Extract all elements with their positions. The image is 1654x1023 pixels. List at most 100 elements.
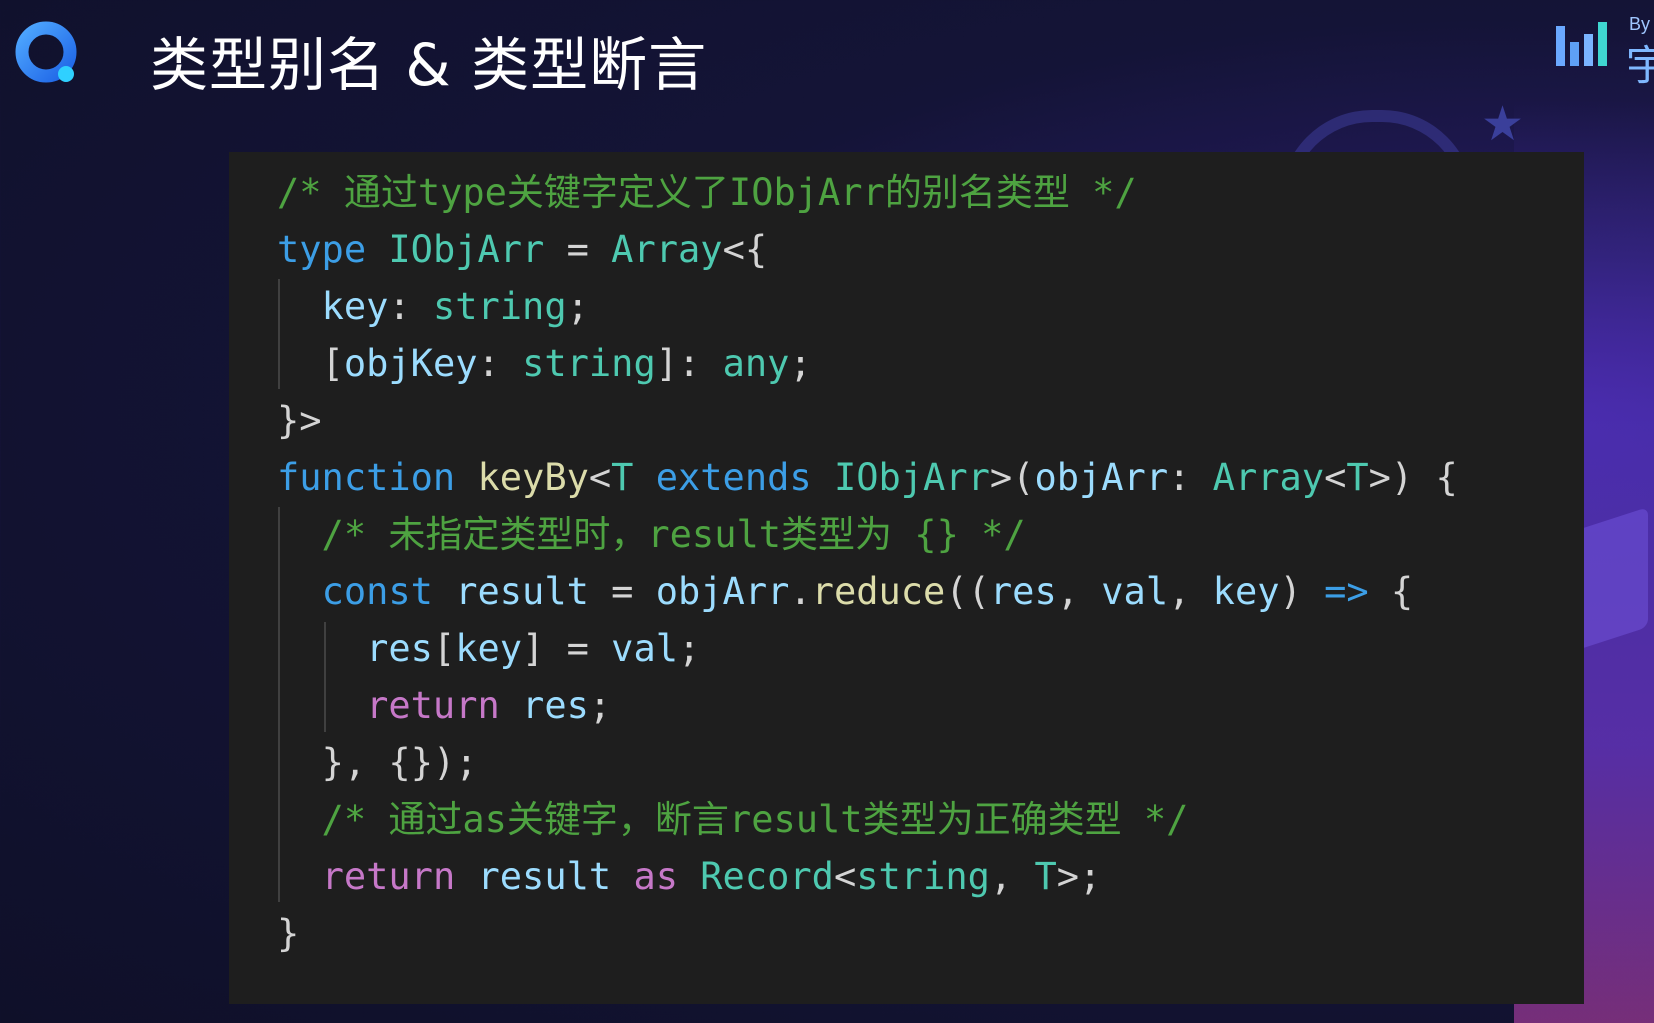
code-token: return <box>366 684 500 727</box>
code-punctuation: [ <box>321 342 344 385</box>
code-line: /* 通过type关键字定义了IObjArr的别名类型 */ <box>277 164 1458 221</box>
code-punctuation: { <box>1435 456 1458 499</box>
code-punctuation: ; <box>1079 855 1102 898</box>
code-punctuation: { <box>1390 570 1414 613</box>
code-line: return res; <box>277 677 1458 734</box>
code-punctuation: ( <box>1012 456 1035 499</box>
code-comment: /* 通过as关键字，断言result类型为正确类型 */ <box>277 798 1189 841</box>
code-punctuation: { <box>744 228 768 271</box>
code-punctuation: , <box>343 741 367 784</box>
code-operator: => <box>1324 570 1369 613</box>
code-token: IObjArr <box>833 456 990 499</box>
code-punctuation: > <box>989 456 1013 499</box>
code-punctuation: ( <box>945 570 968 613</box>
brand-logo: By 宇 <box>1554 6 1654 90</box>
code-token: reduce <box>811 570 946 613</box>
code-token: Record <box>700 855 834 898</box>
code-token: return <box>321 855 456 898</box>
code-token: objArr <box>655 570 790 613</box>
code-punctuation: ; <box>588 684 612 727</box>
code-block: /* 通过type关键字定义了IObjArr的别名类型 */ type IObj… <box>277 164 1458 962</box>
code-punctuation: > <box>299 399 322 442</box>
brand-character: 宇 <box>1625 41 1654 90</box>
bar-chart-brand-icon <box>1556 22 1607 66</box>
code-line: return result as Record<string, T>; <box>277 848 1458 905</box>
code-punctuation: , <box>989 855 1013 898</box>
code-token: type <box>277 228 367 271</box>
code-token: as <box>633 855 678 898</box>
code-punctuation: = <box>611 570 634 613</box>
app-logo-icon <box>14 20 82 88</box>
code-punctuation: ( <box>967 570 990 613</box>
code-token: objKey <box>343 342 478 385</box>
code-token: key <box>1212 570 1280 613</box>
code-punctuation: = <box>566 627 589 670</box>
code-punctuation: ; <box>455 741 478 784</box>
code-token: T <box>1034 855 1057 898</box>
code-punctuation: , <box>1056 570 1079 613</box>
code-token: Array <box>1212 456 1325 499</box>
code-punctuation: < <box>833 855 857 898</box>
code-token: extends <box>655 456 812 499</box>
code-punctuation: { <box>388 741 411 784</box>
code-punctuation: ) <box>1390 456 1414 499</box>
code-token: val <box>1101 570 1169 613</box>
code-punctuation: ] <box>655 342 678 385</box>
code-punctuation: } <box>321 741 344 784</box>
code-token: objArr <box>1034 456 1169 499</box>
code-punctuation: ] <box>522 627 545 670</box>
code-token: result <box>455 570 589 613</box>
code-token: result <box>477 855 612 898</box>
code-punctuation: < <box>722 228 745 271</box>
code-line: }, {}); <box>277 734 1458 791</box>
code-line: /* 通过as关键字，断言result类型为正确类型 */ <box>277 791 1458 848</box>
page-title: 类型别名 & 类型断言 <box>150 31 708 99</box>
code-punctuation: [ <box>432 627 456 670</box>
star-icon: ★ <box>1480 96 1524 152</box>
code-comment: /* 通过type关键字定义了IObjArr的别名类型 */ <box>277 171 1137 214</box>
code-punctuation: : <box>1168 456 1191 499</box>
code-line: } <box>277 905 1458 962</box>
code-token: val <box>611 627 678 670</box>
code-token: any <box>722 342 790 385</box>
code-punctuation: ; <box>566 285 589 328</box>
code-punctuation: : <box>477 342 500 385</box>
code-token: T <box>611 456 634 499</box>
code-punctuation: : <box>388 285 411 328</box>
code-punctuation: . <box>789 570 812 613</box>
code-line: res[key] = val; <box>277 620 1458 677</box>
code-punctuation: ) <box>1279 570 1302 613</box>
code-punctuation: ; <box>678 627 701 670</box>
code-token: key <box>321 285 389 328</box>
code-token: key <box>455 627 523 670</box>
code-punctuation: : <box>678 342 701 385</box>
code-punctuation: } <box>277 399 300 442</box>
code-token: res <box>989 570 1057 613</box>
code-line: /* 未指定类型时，result类型为 {} */ <box>277 506 1458 563</box>
code-token: IObjArr <box>388 228 545 271</box>
